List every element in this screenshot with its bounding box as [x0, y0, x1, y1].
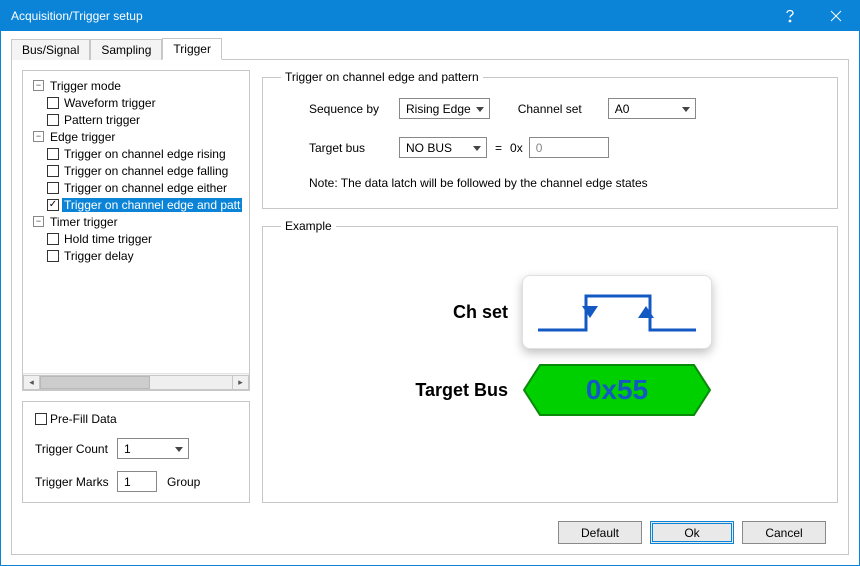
checkbox[interactable]: [47, 199, 59, 211]
target-bus-hex-icon: 0x55: [522, 363, 712, 417]
channel-set-combo[interactable]: A0: [608, 98, 696, 119]
tree-label: Trigger delay: [62, 249, 136, 263]
target-bus-row: Target bus NO BUS = 0x 0: [309, 137, 819, 158]
tree-node-timer-trigger[interactable]: − Timer trigger: [33, 213, 249, 230]
scroll-left-button[interactable]: ◂: [23, 375, 40, 390]
equals-sign: =: [495, 141, 502, 155]
tab-bus-signal[interactable]: Bus/Signal: [11, 39, 90, 60]
left-column: − Trigger mode Waveform trigger: [22, 70, 250, 503]
prefill-checkbox[interactable]: [35, 413, 47, 425]
tree-label: Trigger on channel edge either: [62, 181, 229, 195]
checkbox[interactable]: [47, 148, 59, 160]
example-chset-row: Ch set: [388, 275, 712, 349]
settings-note: Note: The data latch will be followed by…: [309, 176, 819, 190]
prefill-label: Pre-Fill Data: [50, 412, 117, 426]
ok-button[interactable]: Ok: [650, 521, 734, 544]
tree-node-trigger-mode[interactable]: − Trigger mode: [33, 77, 249, 94]
trigger-marks-label: Trigger Marks: [35, 475, 117, 489]
settings-legend: Trigger on channel edge and pattern: [281, 70, 483, 84]
settings-group: Trigger on channel edge and pattern Sequ…: [262, 70, 838, 209]
expander-icon[interactable]: −: [33, 216, 44, 227]
example-chset-label: Ch set: [388, 302, 508, 323]
tree-node-waveform-trigger[interactable]: Waveform trigger: [47, 94, 249, 111]
tree-label: Timer trigger: [48, 215, 120, 229]
checkbox[interactable]: [47, 182, 59, 194]
expander-icon[interactable]: −: [33, 80, 44, 91]
help-button[interactable]: [767, 1, 813, 31]
hex-prefix: 0x: [510, 141, 523, 155]
expander-icon[interactable]: −: [33, 131, 44, 142]
tree-node-edge-trigger[interactable]: − Edge trigger: [33, 128, 249, 145]
example-target-row: Target Bus 0x55: [388, 363, 712, 417]
dialog-body: Bus/Signal Sampling Trigger − Trigge: [1, 31, 859, 565]
checkbox[interactable]: [47, 250, 59, 262]
target-bus-combo[interactable]: NO BUS: [399, 137, 487, 158]
trigger-count-row: Trigger Count 1: [35, 438, 239, 459]
close-button[interactable]: [813, 1, 859, 31]
tree-label: Edge trigger: [48, 130, 117, 144]
chset-waveform-icon: [522, 275, 712, 349]
tab-trigger[interactable]: Trigger: [162, 38, 222, 60]
example-body: Ch set Target Bus: [281, 247, 819, 437]
titlebar: Acquisition/Trigger setup: [1, 1, 859, 31]
tree-h-scrollbar[interactable]: ◂ ▸: [23, 373, 249, 390]
tab-strip: Bus/Signal Sampling Trigger: [11, 37, 849, 59]
tree-node-trigger-delay[interactable]: Trigger delay: [47, 247, 249, 264]
example-target-label: Target Bus: [388, 380, 508, 401]
prefill-row: Pre-Fill Data: [35, 412, 239, 426]
tree-label: Hold time trigger: [62, 232, 154, 246]
main-row: − Trigger mode Waveform trigger: [22, 70, 838, 503]
tree-label: Trigger on channel edge falling: [62, 164, 230, 178]
scroll-thumb[interactable]: [40, 376, 150, 389]
window-title: Acquisition/Trigger setup: [11, 9, 767, 23]
options-box: Pre-Fill Data Trigger Count 1 Trigger Ma…: [22, 401, 250, 503]
hex-value-input[interactable]: 0: [529, 137, 609, 158]
tree-node-edge-and-pattern[interactable]: Trigger on channel edge and patt: [47, 196, 249, 213]
tree-label: Waveform trigger: [62, 96, 158, 110]
trigger-count-label: Trigger Count: [35, 442, 117, 456]
right-column: Trigger on channel edge and pattern Sequ…: [262, 70, 838, 503]
tree-node-edge-falling[interactable]: Trigger on channel edge falling: [47, 162, 249, 179]
target-bus-hex-value: 0x55: [586, 374, 648, 406]
tree-label: Trigger on channel edge and patt: [62, 198, 242, 212]
sequence-by-combo[interactable]: Rising Edge: [399, 98, 490, 119]
checkbox[interactable]: [47, 114, 59, 126]
tab-sampling[interactable]: Sampling: [90, 39, 162, 60]
scroll-track[interactable]: [40, 375, 232, 390]
target-bus-label: Target bus: [309, 141, 399, 155]
example-group: Example Ch set: [262, 219, 838, 503]
default-button[interactable]: Default: [558, 521, 642, 544]
checkbox[interactable]: [47, 97, 59, 109]
sequence-row: Sequence by Rising Edge Channel set A0: [309, 98, 819, 119]
example-legend: Example: [281, 219, 336, 233]
trigger-tree[interactable]: − Trigger mode Waveform trigger: [23, 77, 249, 373]
channel-set-label: Channel set: [518, 102, 608, 116]
trigger-tree-box: − Trigger mode Waveform trigger: [22, 70, 250, 391]
dialog-window: Acquisition/Trigger setup Bus/Signal Sam…: [0, 0, 860, 566]
checkbox[interactable]: [47, 165, 59, 177]
sequence-by-label: Sequence by: [309, 102, 399, 116]
trigger-marks-input[interactable]: 1: [117, 471, 157, 492]
tree-label: Trigger mode: [48, 79, 123, 93]
trigger-marks-row: Trigger Marks 1 Group: [35, 471, 239, 492]
tree-node-pattern-trigger[interactable]: Pattern trigger: [47, 111, 249, 128]
tree-label: Trigger on channel edge rising: [62, 147, 228, 161]
trigger-marks-suffix: Group: [167, 475, 200, 489]
tree-node-edge-either[interactable]: Trigger on channel edge either: [47, 179, 249, 196]
tree-node-edge-rising[interactable]: Trigger on channel edge rising: [47, 145, 249, 162]
tree-node-hold-time[interactable]: Hold time trigger: [47, 230, 249, 247]
tab-panel-trigger: − Trigger mode Waveform trigger: [11, 59, 849, 555]
cancel-button[interactable]: Cancel: [742, 521, 826, 544]
tree-label: Pattern trigger: [62, 113, 142, 127]
dialog-footer: Default Ok Cancel: [22, 513, 838, 544]
trigger-count-combo[interactable]: 1: [117, 438, 189, 459]
checkbox[interactable]: [47, 233, 59, 245]
scroll-right-button[interactable]: ▸: [232, 375, 249, 390]
